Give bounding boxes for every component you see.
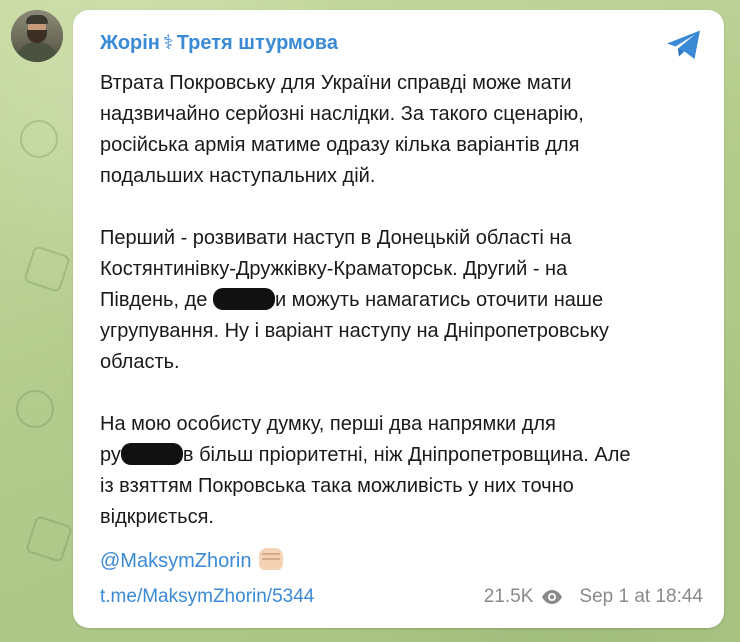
channel-separator: ⚕: [162, 32, 174, 54]
wallpaper-doodle: [16, 390, 54, 428]
message-bubble: Жорін ⚕ Третя штурмова Втрата Покровську д…: [73, 10, 724, 628]
message-text: Втрата Покровську для України справді мо…: [100, 68, 700, 564]
eye-icon: [542, 590, 563, 604]
redaction-mark: [120, 443, 183, 465]
channel-title[interactable]: Жорін ⚕ Третя штурмова: [100, 30, 338, 55]
wallpaper-doodle: [23, 245, 71, 293]
wallpaper-doodle: [20, 120, 58, 158]
post-date: Sep 1 at 18:44: [579, 586, 703, 607]
channel-name: Жорін: [100, 32, 160, 54]
message-meta: 21.5K Sep 1 at 18:44: [484, 586, 703, 608]
channel-avatar[interactable]: [11, 10, 63, 62]
telegram-icon[interactable]: [665, 28, 703, 62]
fist-emoji-icon: [259, 548, 284, 570]
wallpaper-doodle: [25, 515, 73, 563]
author-mention-link[interactable]: @MaksymZhorin: [100, 548, 284, 573]
channel-subtitle: Третя штурмова: [176, 32, 338, 54]
post-link[interactable]: t.me/MaksymZhorin/5344: [100, 586, 314, 608]
message-paragraph: На мою особисту думку, перші два напрямк…: [100, 409, 700, 533]
message-paragraph: Втрата Покровську для України справді мо…: [100, 72, 584, 187]
message-paragraph: Перший - розвивати наступ в Донецькій об…: [100, 223, 700, 378]
redaction-mark: [212, 288, 275, 310]
author-handle: @MaksymZhorin: [100, 550, 252, 572]
views-count: 21.5K: [483, 586, 534, 607]
